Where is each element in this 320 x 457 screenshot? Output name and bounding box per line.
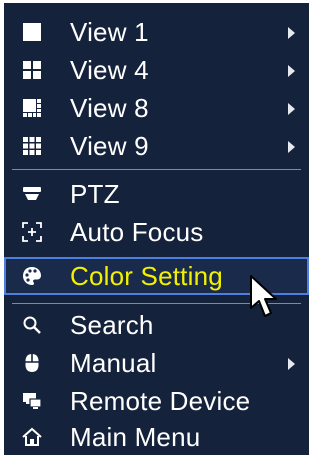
menu-item-label: View 8 (70, 93, 149, 123)
menu-item-label: Remote Device (70, 386, 251, 416)
menu-item-label: View 4 (70, 55, 149, 85)
menu-item-auto-focus[interactable]: Auto Focus (4, 213, 309, 251)
single-view-icon (23, 23, 41, 41)
menu-item-label: Manual (70, 348, 157, 378)
submenu-arrow-icon (288, 65, 295, 77)
submenu-arrow-icon (288, 27, 295, 39)
submenu-arrow-icon (288, 141, 295, 153)
menu-item-manual[interactable]: Manual (4, 344, 309, 382)
menu-item-label: View 1 (70, 17, 149, 47)
menu-item-label: Main Menu (70, 422, 201, 452)
quad-view-icon (23, 61, 41, 79)
submenu-arrow-icon (288, 358, 295, 370)
submenu-arrow-icon (288, 103, 295, 115)
menu-item-main-menu[interactable]: Main Menu (4, 418, 309, 456)
menu-item-view-1[interactable]: View 1 (4, 13, 309, 51)
context-menu: View 1 View 4 View 8 View 9 PTZ Auto Foc… (4, 3, 309, 455)
menu-item-view-8[interactable]: View 8 (4, 89, 309, 127)
mouse-pointer-icon (250, 275, 277, 317)
palette-icon (23, 267, 41, 285)
menu-item-label: PTZ (70, 179, 120, 209)
menu-divider (12, 169, 301, 170)
menu-item-label: View 9 (70, 131, 149, 161)
focus-icon (22, 222, 42, 242)
home-icon (22, 427, 42, 446)
nine-view-icon (23, 137, 41, 155)
eight-view-icon (23, 99, 41, 117)
menu-item-view-4[interactable]: View 4 (4, 51, 309, 89)
search-icon (23, 316, 41, 334)
menu-item-view-9[interactable]: View 9 (4, 127, 309, 165)
ptz-icon (23, 187, 41, 200)
menu-item-remote-device[interactable]: Remote Device (4, 382, 309, 420)
menu-item-label: Auto Focus (70, 217, 204, 247)
menu-item-label: Color Setting (70, 261, 223, 291)
mouse-icon (25, 354, 39, 372)
remote-device-icon (23, 393, 42, 409)
menu-item-ptz[interactable]: PTZ (4, 175, 309, 213)
menu-item-label: Search (70, 310, 154, 340)
